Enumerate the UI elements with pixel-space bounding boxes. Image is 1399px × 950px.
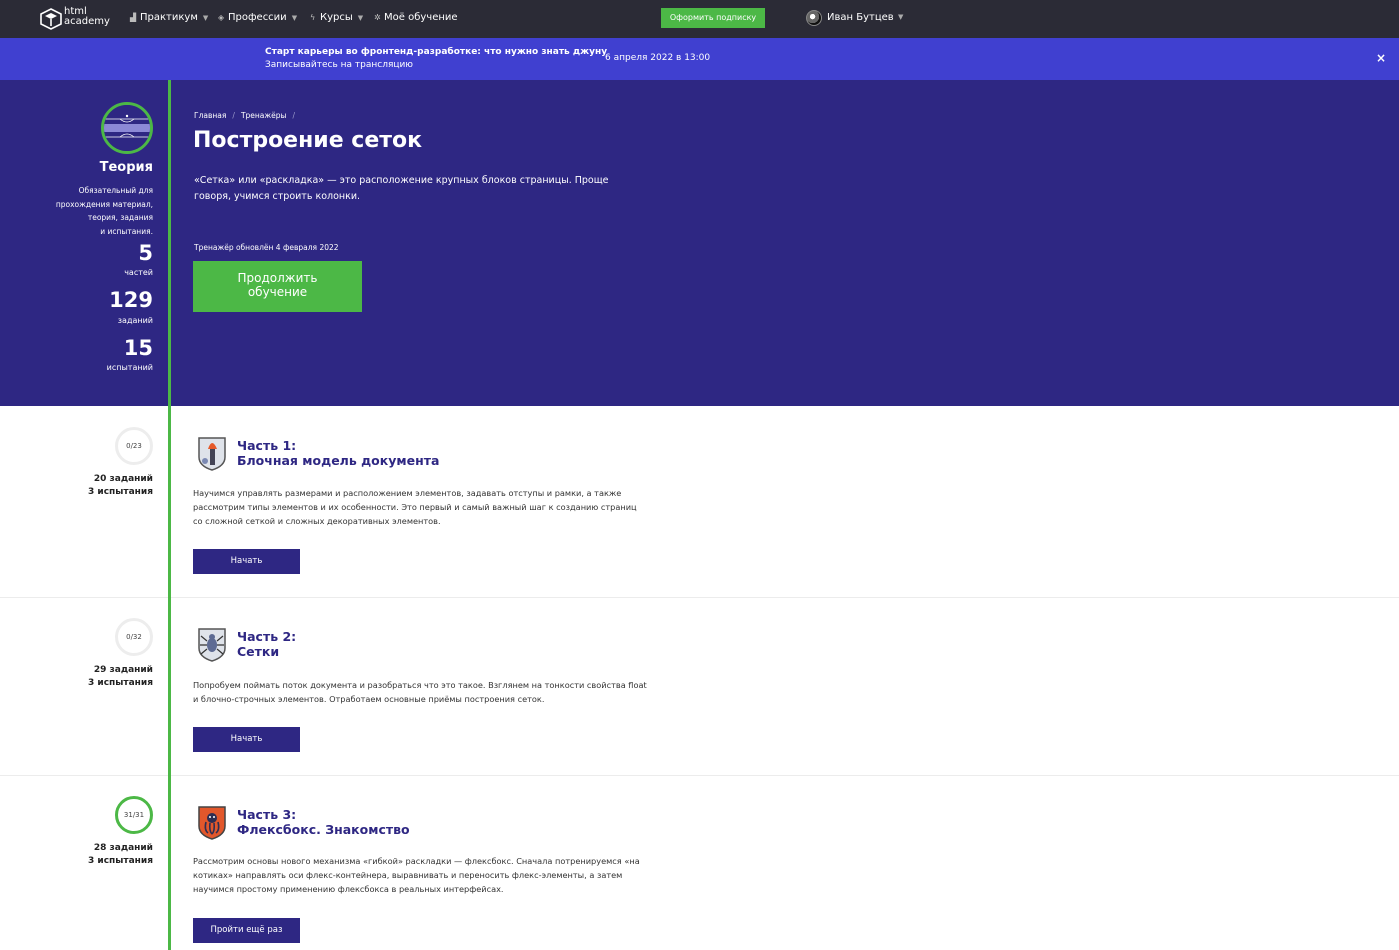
- breadcrumb-trainers[interactable]: Тренажёры: [241, 111, 287, 120]
- banner-date: 6 апреля 2022 в 13:00: [605, 53, 711, 63]
- nav-item-label: Моё обучение: [384, 12, 458, 23]
- chart-icon: ▟: [130, 13, 137, 22]
- progress-timeline: [168, 80, 171, 950]
- chevron-down-icon: ▼: [357, 14, 364, 22]
- stat-parts-count: 5: [138, 241, 153, 265]
- retry-button[interactable]: Пройти ещё раз: [193, 918, 300, 943]
- part-description: Рассмотрим основы нового механизма «гибк…: [193, 856, 640, 894]
- part-trials-count: 3 испытания: [88, 856, 153, 866]
- theory-description-line: и испытания.: [100, 226, 153, 236]
- part-number: Часть 1:: [237, 438, 297, 453]
- chevron-down-icon: ▼: [202, 14, 209, 22]
- divider: [0, 597, 1399, 598]
- bolt-icon: ϟ: [310, 13, 316, 22]
- nav-item-label: Практикум: [140, 12, 198, 23]
- part-tasks-count: 20 заданий: [93, 474, 153, 484]
- stat-trials-label: испытаний: [106, 363, 153, 372]
- part-name: Блочная модель документа: [237, 453, 440, 468]
- part-progress: 0/23: [115, 427, 153, 465]
- subscribe-button[interactable]: Оформить подписку: [661, 8, 765, 28]
- announcement-banner[interactable]: Старт карьеры во фронтенд-разработке: чт…: [0, 38, 1399, 80]
- banner-title[interactable]: Старт карьеры во фронтенд-разработке: чт…: [265, 47, 607, 57]
- part-number: Часть 2:: [237, 629, 297, 644]
- close-icon[interactable]: ×: [1376, 51, 1386, 65]
- stat-tasks-label: заданий: [117, 316, 153, 325]
- part-name: Сетки: [237, 644, 280, 659]
- nav-item-praktikum[interactable]: ▟ Практикум ▼: [130, 12, 208, 23]
- spider-shield-icon: [198, 628, 226, 662]
- logo-text[interactable]: html academy: [64, 7, 110, 27]
- theory-title: Теория: [99, 160, 153, 175]
- top-navigation: html academy ▟ Практикум ▼ ◈ Профессии ▼ ϟ Ку…: [0, 0, 1399, 38]
- theory-description-line: прохождения материал,: [55, 199, 153, 209]
- page-title: Построение сеток: [193, 128, 423, 153]
- banner-subtitle[interactable]: Записывайтесь на трансляцию: [265, 60, 413, 70]
- part-progress: 31/31: [115, 796, 153, 834]
- page-description: «Сетка» или «раскладка» — это расположен…: [194, 175, 609, 202]
- octopus-shield-icon: [198, 806, 226, 840]
- part-progress: 0/32: [115, 618, 153, 656]
- breadcrumb-separator: /: [232, 111, 235, 120]
- part-name: Флексбокс. Знакомство: [237, 822, 410, 837]
- theory-illustration-icon: [101, 102, 153, 154]
- start-button[interactable]: Начать: [193, 727, 300, 752]
- start-button[interactable]: Начать: [193, 549, 300, 574]
- chevron-down-icon[interactable]: ▼: [898, 13, 903, 21]
- logo-line-2: academy: [64, 16, 110, 27]
- part-title[interactable]: Часть 3: Флексбокс. Знакомство: [237, 807, 410, 837]
- chevron-down-icon: ▼: [291, 14, 298, 22]
- cube-icon: ◈: [218, 13, 225, 22]
- avatar[interactable]: [806, 10, 822, 26]
- theory-description: Обязательный для прохождения материал, т…: [40, 184, 153, 238]
- torch-shield-icon: [198, 437, 226, 471]
- nav-item-label: Профессии: [228, 12, 287, 23]
- part-title[interactable]: Часть 1: Блочная модель документа: [237, 438, 439, 468]
- nav-item-my-learning[interactable]: ✲ Моё обучение: [374, 12, 458, 23]
- nav-item-label: Курсы: [320, 12, 353, 23]
- stat-tasks-count: 129: [109, 288, 153, 312]
- part-trials-count: 3 испытания: [88, 487, 153, 497]
- part-tasks-count: 28 заданий: [93, 843, 153, 853]
- divider: [0, 775, 1399, 776]
- continue-learning-button[interactable]: Продолжить обучение: [193, 261, 362, 312]
- part-stats: 29 заданий 3 испытания: [40, 664, 153, 690]
- part-stats: 20 заданий 3 испытания: [40, 473, 153, 499]
- updated-date: Тренажёр обновлён 4 февраля 2022: [194, 243, 339, 252]
- stat-trials-count: 15: [123, 336, 153, 360]
- html-academy-logo-icon[interactable]: [40, 8, 62, 30]
- nav-item-professions[interactable]: ◈ Профессии ▼: [218, 12, 297, 23]
- part-stats: 28 заданий 3 испытания: [40, 842, 153, 868]
- nav-item-courses[interactable]: ϟ Курсы ▼: [310, 12, 363, 23]
- part-number: Часть 3:: [237, 807, 297, 822]
- part-title[interactable]: Часть 2: Сетки: [237, 629, 296, 659]
- breadcrumb-home[interactable]: Главная: [194, 111, 226, 120]
- stat-parts-label: частей: [124, 268, 153, 277]
- theory-description-line: Обязательный для: [78, 186, 153, 195]
- user-name[interactable]: Иван Бутцев: [827, 12, 894, 23]
- part-description: Попробуем поймать поток документа и разо…: [193, 680, 647, 704]
- theory-description-line: теория, задания: [87, 213, 153, 222]
- breadcrumb: Главная / Тренажёры /: [194, 111, 301, 120]
- part-description: Научимся управлять размерами и расположе…: [193, 488, 637, 526]
- part-tasks-count: 29 заданий: [93, 665, 153, 675]
- continue-label-line: обучение: [247, 285, 308, 299]
- gear-icon: ✲: [374, 13, 381, 22]
- breadcrumb-separator: /: [292, 111, 295, 120]
- continue-label-line: Продолжить: [237, 271, 318, 285]
- part-trials-count: 3 испытания: [88, 678, 153, 688]
